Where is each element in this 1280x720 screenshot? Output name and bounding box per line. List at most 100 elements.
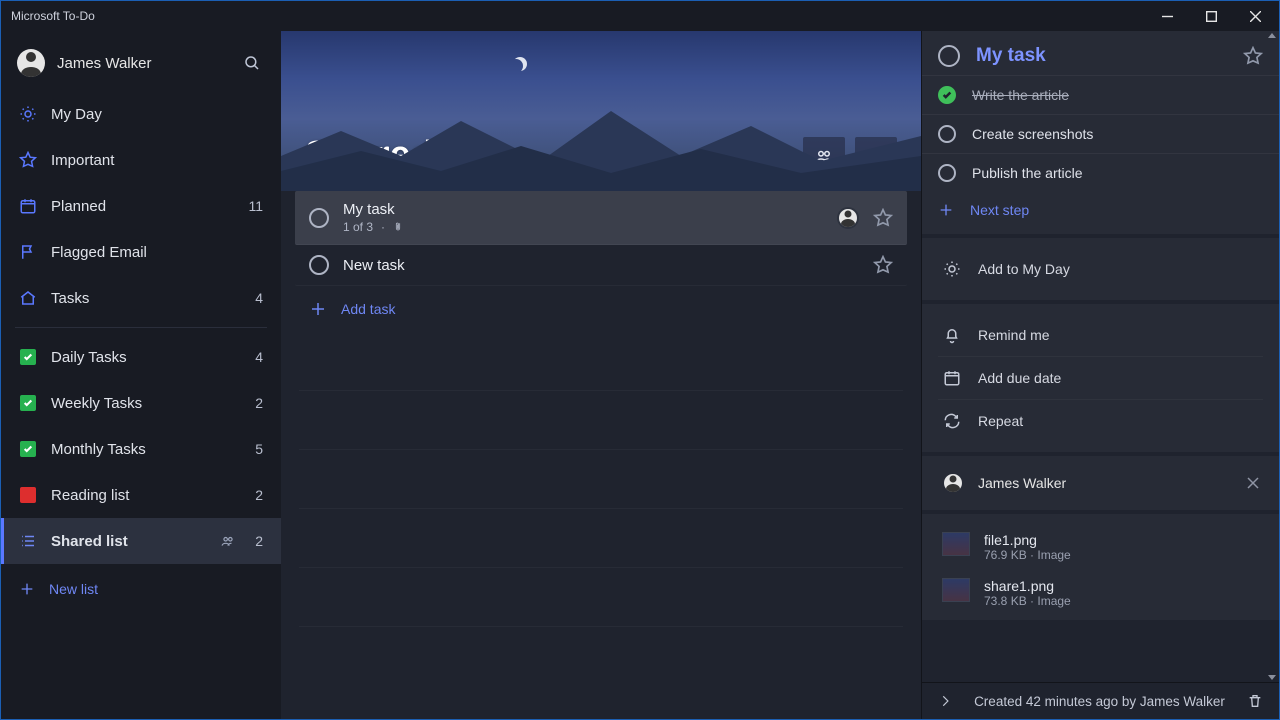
profile-name: James Walker [57,55,227,72]
sidebar-item-reading-list[interactable]: Reading list 2 [1,472,281,518]
task-list: My task 1 of 3 New task [281,191,921,659]
repeat-label: Repeat [978,413,1023,429]
checkbox-icon [19,395,37,411]
sidebar-item-my-day[interactable]: My Day [1,91,281,137]
attachment-thumbnail [942,532,970,556]
detail-footer-text: Created 42 minutes ago by James Walker [966,694,1233,709]
flag-icon [19,243,37,261]
step-row[interactable]: Create screenshots [922,114,1279,153]
step-complete-toggle[interactable] [938,86,956,104]
attachment-row[interactable]: share1.png 73.8 KB · Image [938,570,1263,616]
assignee-avatar [942,472,964,494]
delete-task-button[interactable] [1247,693,1263,709]
sidebar-item-count: 2 [249,533,263,549]
add-to-my-day-label: Add to My Day [978,261,1070,277]
plus-icon [309,300,327,318]
sidebar-item-tasks[interactable]: Tasks 4 [1,275,281,321]
remove-assignee-button[interactable] [1247,477,1259,489]
add-task-button[interactable]: Add task [295,286,907,332]
attachment-meta: 76.9 KB · Image [984,548,1071,562]
add-to-my-day-button[interactable]: Add to My Day [938,248,1263,290]
sidebar: James Walker My Day Important Planned 11 [1,31,281,719]
sidebar-item-label: Monthly Tasks [51,441,235,458]
add-step-button[interactable]: Next step [922,192,1279,232]
sidebar-item-count: 4 [249,349,263,365]
square-icon [19,487,37,503]
list-header: Shared list [281,31,921,191]
step-label: Write the article [972,87,1069,103]
sidebar-item-label: Flagged Email [51,244,235,261]
sidebar-item-monthly-tasks[interactable]: Monthly Tasks 5 [1,426,281,472]
hide-detail-button[interactable] [938,694,952,708]
attachment-meta: 73.8 KB · Image [984,594,1071,608]
list-icon [19,532,37,550]
mountain-art [281,101,921,191]
assignee-name: James Walker [978,475,1233,491]
window-minimize-button[interactable] [1145,1,1189,31]
people-icon [221,534,235,548]
window-maximize-button[interactable] [1189,1,1233,31]
sidebar-item-count: 2 [249,395,263,411]
calendar-icon [942,369,962,387]
task-complete-toggle[interactable] [938,45,960,67]
sidebar-item-count: 4 [249,290,263,306]
avatar [17,49,45,77]
sidebar-item-weekly-tasks[interactable]: Weekly Tasks 2 [1,380,281,426]
calendar-icon [19,197,37,215]
step-row[interactable]: Write the article [922,75,1279,114]
assignee-row[interactable]: James Walker [938,466,1263,500]
home-icon [19,289,37,307]
step-label: Create screenshots [972,126,1093,142]
remind-me-label: Remind me [978,327,1050,343]
sidebar-divider [15,327,267,328]
sun-icon [19,105,37,123]
task-title: New task [343,257,859,274]
task-row[interactable]: My task 1 of 3 [295,191,907,245]
sidebar-item-label: Weekly Tasks [51,395,235,412]
attachment-thumbnail [942,578,970,602]
sidebar-item-count: 5 [249,441,263,457]
repeat-button[interactable]: Repeat [938,399,1263,442]
detail-title[interactable]: My task [976,45,1227,67]
empty-rules [295,390,907,627]
step-complete-toggle[interactable] [938,164,956,182]
task-row[interactable]: New task [295,245,907,286]
sidebar-item-important[interactable]: Important [1,137,281,183]
star-icon[interactable] [873,208,893,228]
plus-icon [19,581,35,597]
new-list-label: New list [49,581,98,597]
sidebar-item-flagged[interactable]: Flagged Email [1,229,281,275]
moon-icon [509,59,523,73]
sun-icon [942,260,962,278]
window-close-button[interactable] [1233,1,1277,31]
step-complete-toggle[interactable] [938,125,956,143]
sidebar-item-shared-list[interactable]: Shared list 2 [1,518,281,564]
task-complete-toggle[interactable] [309,208,329,228]
star-icon[interactable] [873,255,893,275]
sidebar-item-daily-tasks[interactable]: Daily Tasks 4 [1,334,281,380]
star-icon[interactable] [1243,46,1263,66]
attachment-name: file1.png [984,532,1071,548]
remind-me-button[interactable]: Remind me [938,314,1263,356]
step-label: Publish the article [972,165,1083,181]
sidebar-item-label: Planned [51,198,234,215]
step-row[interactable]: Publish the article [922,153,1279,192]
due-date-button[interactable]: Add due date [938,356,1263,399]
detail-footer: Created 42 minutes ago by James Walker [922,682,1279,719]
search-icon[interactable] [239,50,265,76]
checkbox-icon [19,349,37,365]
next-step-label: Next step [970,202,1029,218]
sidebar-item-label: Shared list [51,533,213,550]
sidebar-item-label: Tasks [51,290,235,307]
main-pane: Shared list My task 1 of 3 [281,31,921,719]
sidebar-item-count: 2 [249,487,263,503]
profile-button[interactable]: James Walker [1,41,281,91]
task-complete-toggle[interactable] [309,255,329,275]
scrollbar[interactable] [1266,31,1278,682]
attachment-row[interactable]: file1.png 76.9 KB · Image [938,524,1263,570]
task-title: My task [343,201,823,218]
repeat-icon [942,412,962,430]
new-list-button[interactable]: New list [1,566,281,612]
sidebar-item-planned[interactable]: Planned 11 [1,183,281,229]
checkbox-icon [19,441,37,457]
